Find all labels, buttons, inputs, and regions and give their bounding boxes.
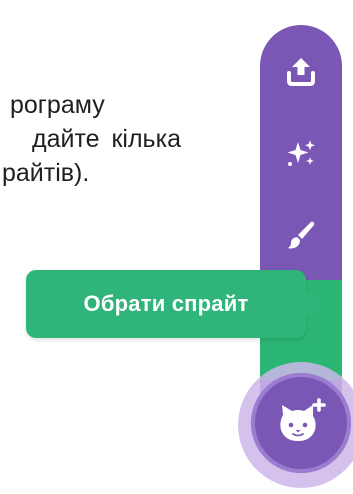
surprise-sprite-button[interactable] — [260, 123, 342, 183]
document-text-line: дайте кілька — [32, 125, 181, 153]
choose-sprite-tooltip: Обрати спрайт — [26, 270, 320, 338]
document-text-line: рограму — [10, 91, 105, 119]
document-text-line: райтів). — [2, 159, 90, 187]
tooltip-label: Обрати спрайт — [83, 291, 249, 316]
upload-sprite-button[interactable] — [260, 41, 342, 101]
paintbrush-icon — [288, 221, 315, 249]
choose-sprite-button[interactable] — [251, 373, 351, 473]
cat-plus-icon — [280, 398, 326, 441]
document-text: рограму дайте кілька райтів). — [0, 88, 240, 190]
sparkle-icon — [287, 140, 315, 166]
upload-icon — [287, 58, 315, 86]
paint-sprite-button[interactable] — [260, 205, 342, 265]
